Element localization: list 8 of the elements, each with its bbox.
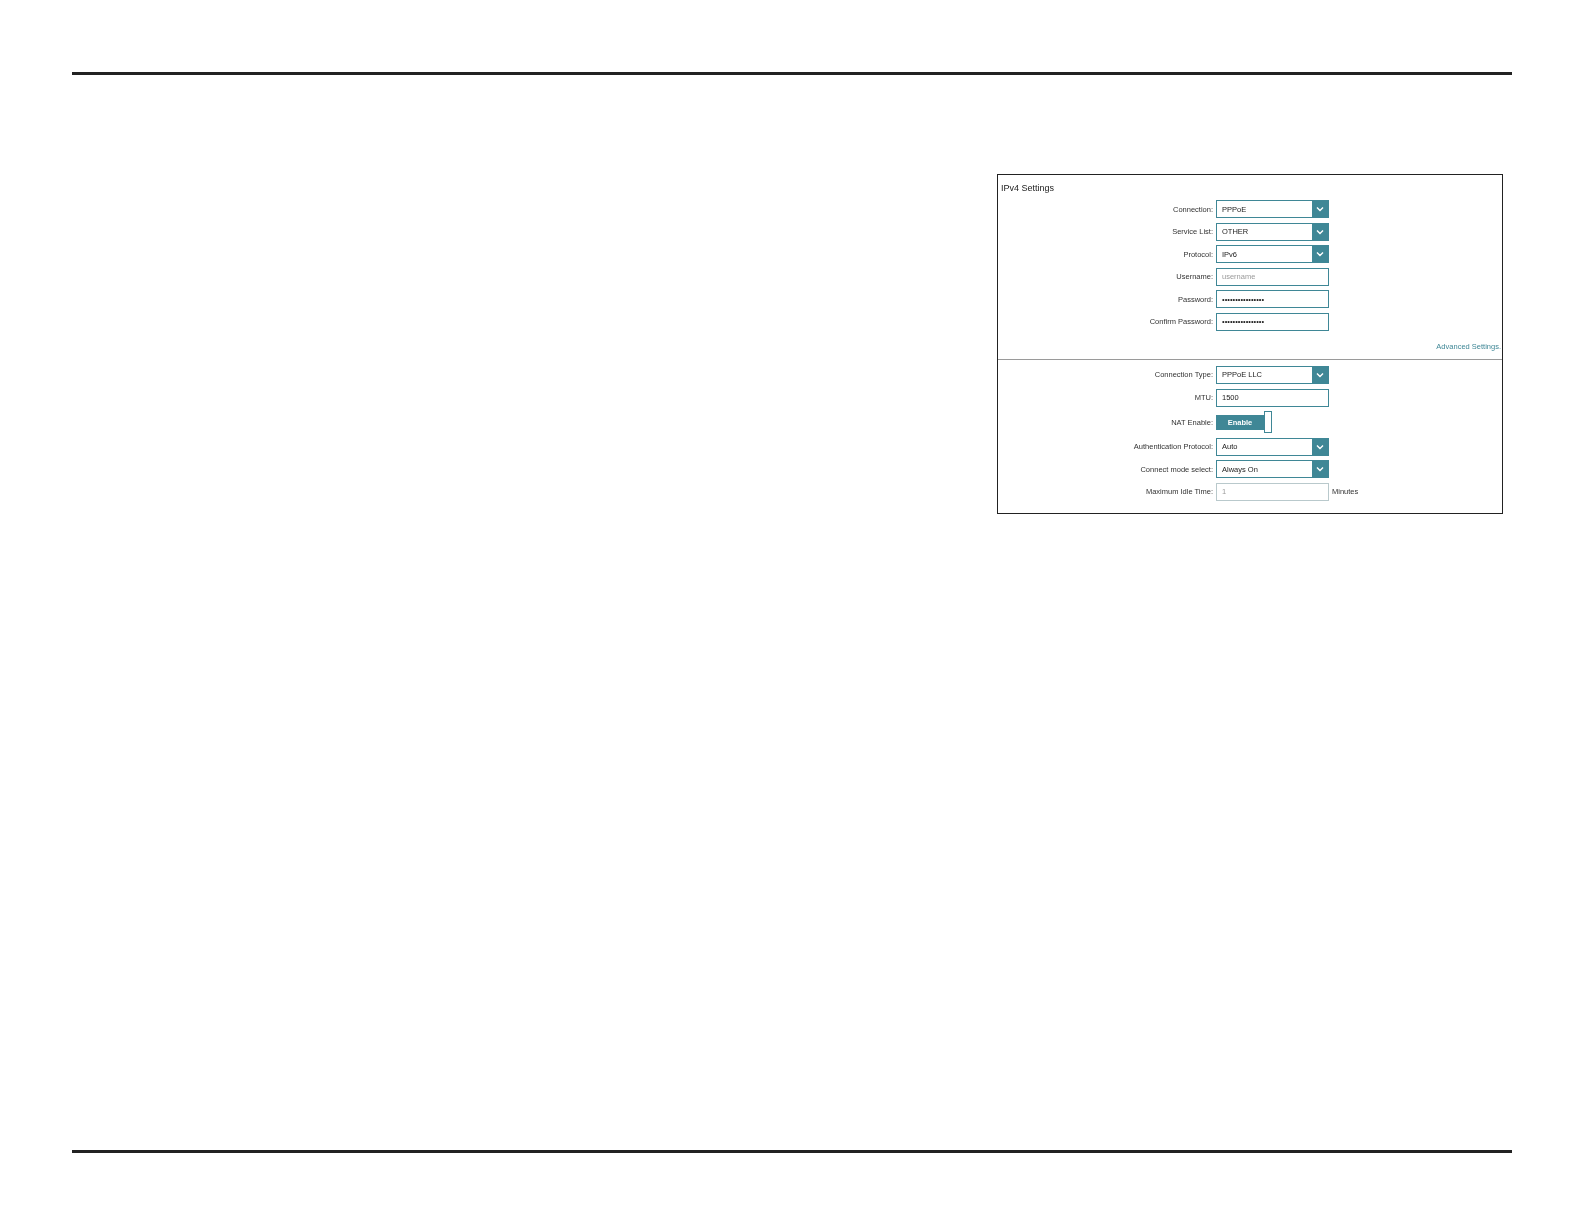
panel-title: IPv4 Settings: [1000, 182, 1056, 194]
chevron-down-icon: [1312, 461, 1328, 478]
chevron-down-icon: [1312, 438, 1328, 455]
chevron-down-icon: [1312, 201, 1328, 217]
chevron-down-icon: [1312, 246, 1328, 263]
chevron-down-icon: [1312, 223, 1328, 240]
chevron-down-icon: [1312, 366, 1328, 383]
toggle-knob-icon: [1264, 411, 1272, 434]
